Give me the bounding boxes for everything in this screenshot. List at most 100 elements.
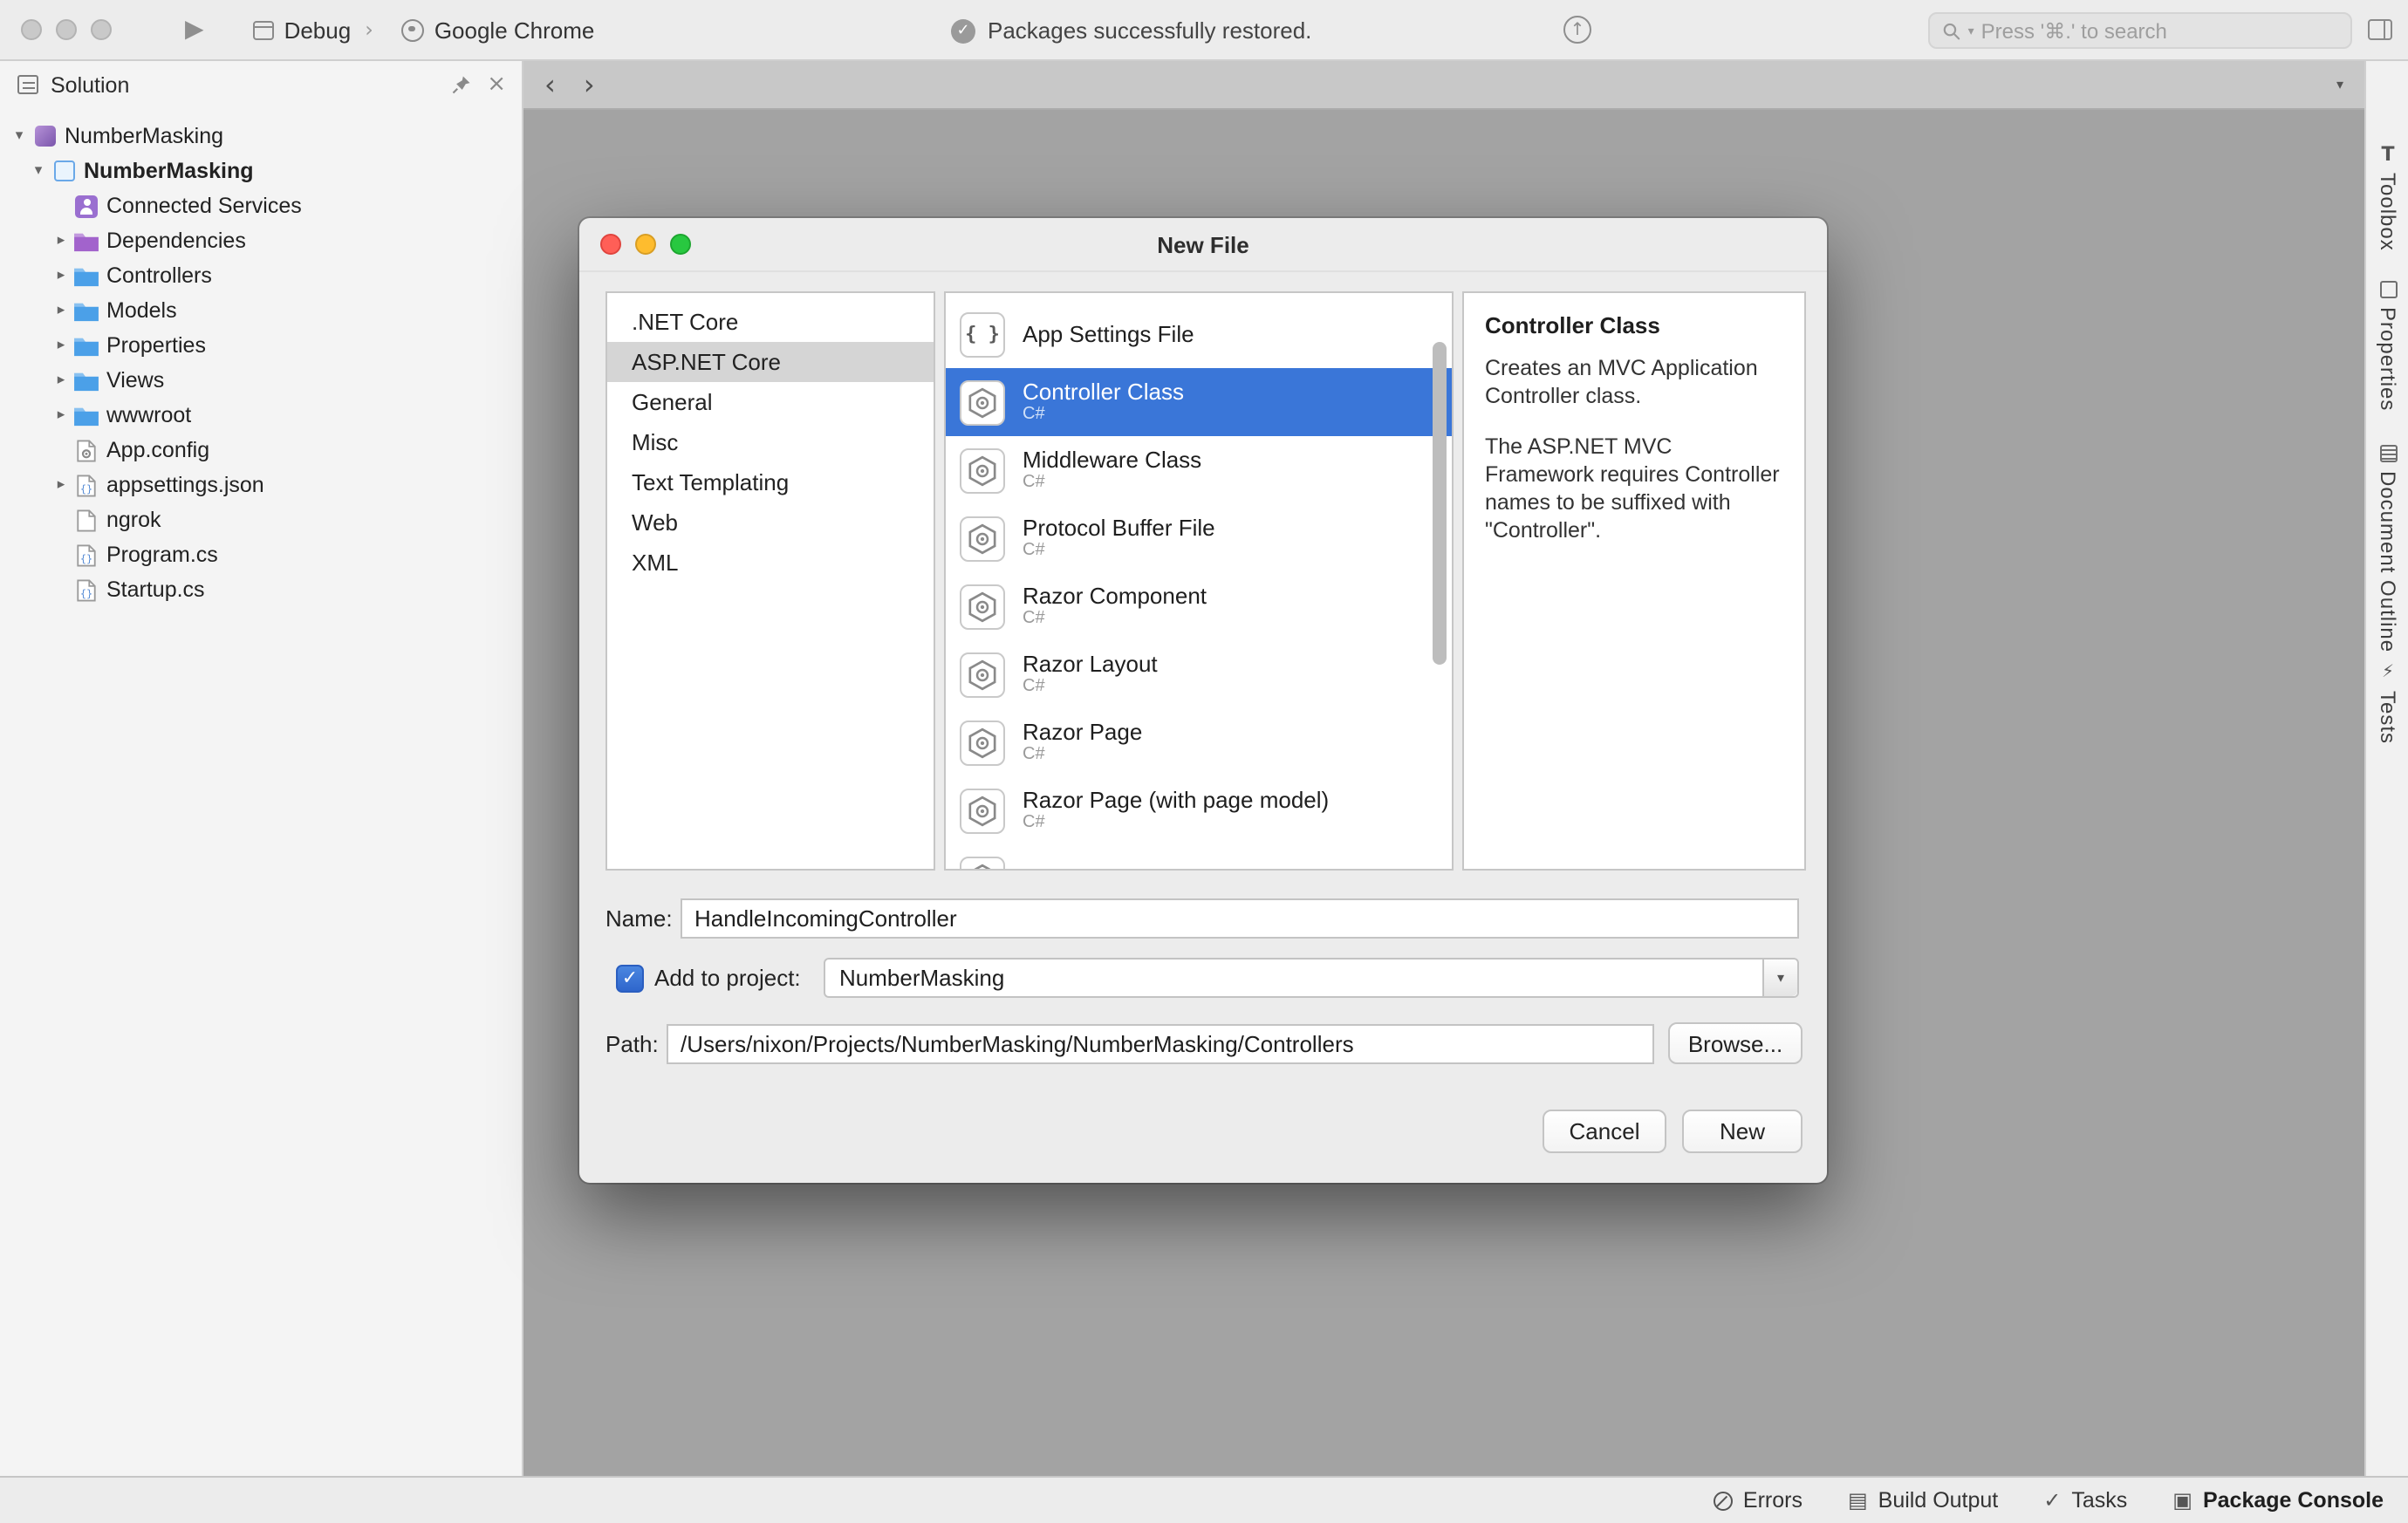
run-button[interactable]: ▶	[185, 17, 204, 42]
template-item-app-settings-file[interactable]: { } App Settings File	[946, 300, 1452, 368]
solution-pad: Solution × ▾ NumberMasking ▾ NumberMaski…	[0, 61, 523, 1476]
right-dock-rail: T Toolbox Properties Document Outline ⚡ …	[2364, 61, 2408, 1476]
dialog-zoom-button[interactable]	[670, 234, 691, 255]
folder-icon	[73, 334, 99, 357]
dialog-minimize-button[interactable]	[635, 234, 656, 255]
search-input[interactable]	[1980, 18, 2338, 43]
tree-item-appsettings-json[interactable]: ▸ appsettings.json	[0, 468, 522, 502]
close-pad-button[interactable]: ×	[487, 73, 506, 96]
category-list: .NET Core ASP.NET Core General Misc Text…	[605, 291, 935, 871]
tree-item-solution[interactable]: ▾ NumberMasking	[0, 119, 522, 154]
editor-list-dropdown-icon[interactable]: ▾	[2336, 77, 2343, 92]
template-info-pane: Controller Class Creates an MVC Applicat…	[1462, 291, 1806, 871]
navigate-back-button[interactable]: ‹	[544, 70, 556, 99]
template-item-razor-layout[interactable]: Razor Layout C#	[946, 640, 1452, 708]
new-button[interactable]: New	[1682, 1110, 1803, 1153]
folder-icon	[73, 264, 99, 287]
tree-item-wwwroot[interactable]: ▸ wwwroot	[0, 398, 522, 433]
pin-pad-button[interactable]	[452, 75, 471, 94]
browse-button[interactable]: Browse...	[1668, 1022, 1803, 1064]
scheme-icon	[252, 20, 274, 39]
name-row: Name:	[605, 898, 1799, 939]
dialog-actions: Cancel New	[1543, 1110, 1803, 1153]
dock-tab-document-outline[interactable]: Document Outline	[2366, 445, 2408, 652]
template-list-scrollbar[interactable]	[1433, 342, 1447, 665]
dock-tab-tests[interactable]: ⚡ Tests	[2366, 663, 2408, 744]
csharp-file-icon	[77, 543, 96, 566]
tests-icon: ⚡	[2381, 663, 2395, 682]
template-info-note: The ASP.NET MVC Framework requires Contr…	[1485, 434, 1780, 543]
dock-tab-properties[interactable]: Properties	[2366, 281, 2408, 411]
expand-icon[interactable]: ▸	[51, 476, 72, 494]
scheme-label: Debug	[284, 17, 352, 43]
category-aspnet-core[interactable]: ASP.NET Core	[607, 342, 934, 382]
collapse-icon[interactable]: ▾	[28, 162, 49, 180]
project-icon	[53, 160, 74, 181]
statusbar-build-output[interactable]: ▤ Build Output	[1848, 1488, 1998, 1513]
tree-item-ngrok[interactable]: ngrok	[0, 502, 522, 537]
expand-icon[interactable]: ▸	[51, 372, 72, 389]
template-item-partial[interactable]	[946, 844, 1452, 869]
dialog-titlebar: New File	[579, 218, 1827, 272]
expand-icon[interactable]: ▸	[51, 302, 72, 319]
category-web[interactable]: Web	[607, 502, 934, 543]
zoom-window-button[interactable]	[91, 19, 112, 40]
dock-tab-toolbox[interactable]: T Toolbox	[2366, 145, 2408, 251]
dialog-close-button[interactable]	[600, 234, 621, 255]
chevron-down-icon[interactable]: ▾	[1762, 960, 1797, 996]
path-input[interactable]	[667, 1023, 1654, 1063]
tree-item-controllers[interactable]: ▸ Controllers	[0, 258, 522, 293]
cancel-button[interactable]: Cancel	[1543, 1110, 1666, 1153]
file-icon	[77, 509, 96, 531]
build-output-icon: ▤	[1847, 1488, 1868, 1513]
expand-icon[interactable]: ▸	[51, 337, 72, 354]
run-target-selector[interactable]: Google Chrome	[400, 17, 595, 43]
collapse-icon[interactable]: ▾	[9, 127, 30, 145]
folder-purple-icon	[73, 229, 99, 252]
tree-item-connected-services[interactable]: Connected Services	[0, 188, 522, 223]
template-item-razor-component[interactable]: Razor Component C#	[946, 572, 1452, 640]
category-xml[interactable]: XML	[607, 543, 934, 583]
project-select[interactable]: NumberMasking ▾	[824, 958, 1799, 998]
solution-pad-title: Solution	[51, 72, 130, 97]
expand-icon[interactable]: ▸	[51, 406, 72, 424]
category-dotnet-core[interactable]: .NET Core	[607, 302, 934, 342]
navigate-forward-button[interactable]: ›	[584, 70, 595, 99]
category-text-templating[interactable]: Text Templating	[607, 462, 934, 502]
tree-item-models[interactable]: ▸ Models	[0, 293, 522, 328]
template-hexagon-icon	[960, 516, 1005, 561]
tree-item-views[interactable]: ▸ Views	[0, 363, 522, 398]
category-misc[interactable]: Misc	[607, 422, 934, 462]
statusbar-errors[interactable]: Errors	[1713, 1488, 1803, 1513]
statusbar-tasks[interactable]: ✓ Tasks	[2043, 1488, 2127, 1513]
tree-item-properties[interactable]: ▸ Properties	[0, 328, 522, 363]
run-target-label: Google Chrome	[434, 17, 595, 43]
add-to-project-checkbox[interactable]: ✓	[616, 964, 644, 992]
updates-icon[interactable]: ↑	[1563, 16, 1591, 44]
solution-tree: ▾ NumberMasking ▾ NumberMasking Connecte…	[0, 108, 522, 607]
scheme-selector[interactable]: Debug ›	[252, 17, 377, 43]
template-hexagon-icon	[960, 652, 1005, 697]
folder-icon	[73, 369, 99, 392]
template-hexagon-icon	[960, 584, 1005, 629]
tree-item-project[interactable]: ▾ NumberMasking	[0, 154, 522, 188]
category-general[interactable]: General	[607, 382, 934, 422]
expand-icon[interactable]: ▸	[51, 267, 72, 284]
panel-toggle-icon[interactable]	[2368, 19, 2392, 40]
close-window-button[interactable]	[21, 19, 42, 40]
template-item-razor-page-with-page-model[interactable]: Razor Page (with page model) C#	[946, 776, 1452, 844]
template-item-razor-page[interactable]: Razor Page C#	[946, 708, 1452, 776]
minimize-window-button[interactable]	[56, 19, 77, 40]
tree-item-app-config[interactable]: App.config	[0, 433, 522, 468]
tree-item-startup-cs[interactable]: Startup.cs	[0, 572, 522, 607]
template-item-controller-class[interactable]: Controller Class C#	[946, 368, 1452, 436]
expand-icon[interactable]: ▸	[51, 232, 72, 249]
statusbar-package-console[interactable]: ▣ Package Console	[2172, 1488, 2384, 1513]
tree-item-program-cs[interactable]: Program.cs	[0, 537, 522, 572]
name-input[interactable]	[681, 898, 1799, 939]
global-search[interactable]: ▾	[1928, 12, 2352, 49]
template-item-middleware-class[interactable]: Middleware Class C#	[946, 436, 1452, 504]
config-file-icon	[77, 439, 96, 461]
template-item-protocol-buffer-file[interactable]: Protocol Buffer File C#	[946, 504, 1452, 572]
tree-item-dependencies[interactable]: ▸ Dependencies	[0, 223, 522, 258]
